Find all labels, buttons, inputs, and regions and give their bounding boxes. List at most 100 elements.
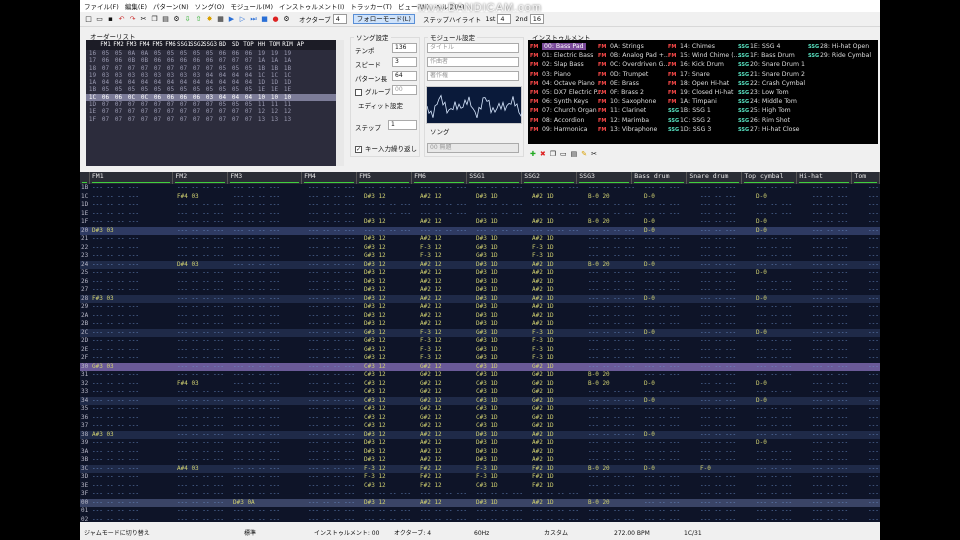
pattern-cell[interactable]: D#3 1D	[476, 448, 498, 457]
pattern-cell[interactable]: --- -- -- ---	[177, 210, 224, 219]
order-cell[interactable]: 03	[164, 72, 177, 79]
order-cell[interactable]: 19	[86, 72, 99, 79]
order-cell[interactable]: 1C	[268, 72, 281, 79]
pattern-cell[interactable]: --- -- -- ---	[588, 227, 635, 236]
pattern-cell[interactable]: --- -- ---	[868, 397, 880, 406]
order-cell[interactable]: 1F	[86, 116, 99, 123]
pattern-cell[interactable]: --- -- ---	[868, 320, 880, 329]
order-cell[interactable]: 07	[242, 108, 255, 115]
pattern-cell[interactable]: --- -- -- ---	[233, 201, 280, 210]
order-cell[interactable]: 07	[138, 101, 151, 108]
pattern-cell[interactable]: --- -- ---	[812, 422, 848, 431]
instrument-list[interactable]: FM 00: Bass Pad FM 01: Electric Bass FM 02: S…	[528, 40, 878, 144]
pattern-cell[interactable]: --- -- -- ---	[476, 490, 523, 499]
pattern-cell[interactable]: --- -- ---	[812, 210, 848, 219]
pattern-cell[interactable]: --- -- ---	[812, 303, 848, 312]
order-cell[interactable]: 07	[190, 108, 203, 115]
pattern-cell[interactable]: --- -- ---	[756, 388, 792, 397]
pattern-cell[interactable]: --- -- -- ---	[177, 227, 224, 236]
pattern-cell[interactable]: --- -- -- ---	[233, 337, 280, 346]
order-cell[interactable]: 1D	[255, 79, 268, 86]
order-cell[interactable]: 03	[99, 72, 112, 79]
order-cell[interactable]: 04	[151, 79, 164, 86]
pattern-cell[interactable]: C#3 1D	[476, 414, 498, 423]
order-row[interactable]: 1E 07 07 07 07 07 07 07 07 07 07 07 07 12 12 12	[86, 108, 344, 115]
pattern-row[interactable]: 33 --- -- -- --- --- -- -- --- --- -- -- --…	[80, 388, 880, 397]
order-cell[interactable]: 07	[112, 116, 125, 123]
pattern-cell[interactable]: --- -- ---	[812, 252, 848, 261]
pattern-cell[interactable]: --- -- ---	[700, 227, 736, 236]
pattern-cell[interactable]: --- -- -- ---	[588, 516, 635, 523]
order-cell[interactable]: 1E	[255, 86, 268, 93]
pattern-cell[interactable]: --- -- ---	[868, 218, 880, 227]
order-cell[interactable]: 06	[99, 57, 112, 64]
order-cell[interactable]: 05	[242, 65, 255, 72]
pattern-cell[interactable]: F#2 1D	[532, 473, 554, 482]
pattern-cell[interactable]: G#2 1D	[532, 380, 554, 389]
pattern-row[interactable]: 34 --- -- -- --- --- -- -- --- --- -- -- --…	[80, 396, 880, 406]
order-cell[interactable]: 05	[99, 50, 112, 57]
pattern-cell[interactable]: --- -- ---	[812, 397, 848, 406]
order-cell[interactable]: 04	[125, 79, 138, 86]
order-cell[interactable]: 07	[216, 116, 229, 123]
pattern-cell[interactable]: C#3 12	[364, 482, 386, 491]
pattern-row[interactable]: 21 --- -- -- --- --- -- -- --- --- -- -- --…	[80, 235, 880, 244]
pattern-cell[interactable]: D-0	[756, 193, 767, 202]
pattern-cell[interactable]: --- -- ---	[700, 507, 736, 516]
pattern-cell[interactable]: C#3 12	[364, 388, 386, 397]
channel-header-ssg3[interactable]: SSG3	[577, 172, 633, 184]
pattern-cell[interactable]: --- -- -- ---	[233, 422, 280, 431]
pattern-cell[interactable]: --- -- -- ---	[177, 473, 224, 482]
pattern-cell[interactable]: --- -- ---	[812, 295, 848, 304]
pattern-cell[interactable]: C#3 1D	[476, 397, 498, 406]
pattern-cell[interactable]: A#2 12	[420, 261, 442, 270]
pattern-cell[interactable]: --- -- -- ---	[420, 184, 467, 193]
order-row[interactable]: 18 07 07 07 07 07 07 07 07 07 05 05 05 1B 1B 1B	[86, 65, 344, 72]
effect-icon[interactable]: ✸	[205, 15, 214, 24]
pattern-row[interactable]: 32 --- -- -- --- F#4 03 --- -- -- --- --- --…	[80, 380, 880, 389]
pattern-cell[interactable]: --- -- ---	[644, 456, 680, 465]
play-from-cursor-icon[interactable]: ⏭	[249, 15, 258, 24]
pattern-row[interactable]: 02 --- -- -- --- --- -- -- --- --- -- -- --…	[80, 516, 880, 523]
pattern-cell[interactable]: --- -- -- ---	[177, 354, 224, 363]
pattern-cell[interactable]: --- -- ---	[868, 431, 880, 440]
pattern-cell[interactable]: D#3 1D	[476, 303, 498, 312]
pattern-cell[interactable]: A#2 12	[420, 499, 442, 508]
pattern-cell[interactable]: A#3 03	[92, 431, 114, 440]
pattern-cell[interactable]: C#3 1D	[476, 388, 498, 397]
order-cell[interactable]: 05	[190, 50, 203, 57]
pattern-cell[interactable]: --- -- ---	[644, 235, 680, 244]
pattern-cell[interactable]: --- -- ---	[868, 422, 880, 431]
pattern-cell[interactable]: D#4 03	[177, 261, 199, 270]
pattern-cell[interactable]: --- -- -- ---	[308, 507, 355, 516]
order-cell[interactable]: 07	[125, 65, 138, 72]
pattern-cell[interactable]: C#3 1D	[476, 371, 498, 380]
pattern-cell[interactable]: A#2 12	[420, 269, 442, 278]
pattern-cell[interactable]: --- -- -- ---	[92, 218, 139, 227]
pattern-cell[interactable]: --- -- ---	[700, 320, 736, 329]
pattern-cell[interactable]: --- -- ---	[700, 422, 736, 431]
pattern-cell[interactable]: C#3 12	[364, 380, 386, 389]
order-cell[interactable]: 1B	[281, 65, 294, 72]
pattern-cell[interactable]: F#4 03	[177, 380, 199, 389]
pattern-cell[interactable]: D-0	[756, 380, 767, 389]
first-highlight-spinner[interactable]: 4	[497, 14, 512, 24]
pattern-cell[interactable]: --- -- -- ---	[476, 227, 523, 236]
pattern-cell[interactable]: --- -- -- ---	[588, 303, 635, 312]
pattern-cell[interactable]: --- -- ---	[812, 244, 848, 253]
pattern-cell[interactable]: G#3 12	[364, 252, 386, 261]
pattern-cell[interactable]: --- -- ---	[644, 516, 680, 523]
pattern-cell[interactable]: D#3 1D	[476, 261, 498, 270]
pattern-cell[interactable]: --- -- -- ---	[92, 405, 139, 414]
pattern-cell[interactable]: --- -- -- ---	[177, 499, 224, 508]
pattern-cell[interactable]: --- -- -- ---	[92, 320, 139, 329]
pattern-row[interactable]: 28 F#3 03 --- -- -- --- --- -- -- --- --- --…	[80, 294, 880, 304]
pattern-cell[interactable]: --- -- -- ---	[420, 201, 467, 210]
pattern-cell[interactable]: --- -- ---	[756, 346, 792, 355]
instrument-item[interactable]: SSG23: Low Tom	[738, 88, 826, 97]
pattern-cell[interactable]: F#2 1D	[532, 482, 554, 491]
order-cell[interactable]: 11	[268, 101, 281, 108]
tempo-spinner[interactable]: 136	[392, 43, 417, 53]
pattern-cell[interactable]: --- -- ---	[868, 286, 880, 295]
pattern-cell[interactable]: --- -- -- ---	[92, 329, 139, 338]
